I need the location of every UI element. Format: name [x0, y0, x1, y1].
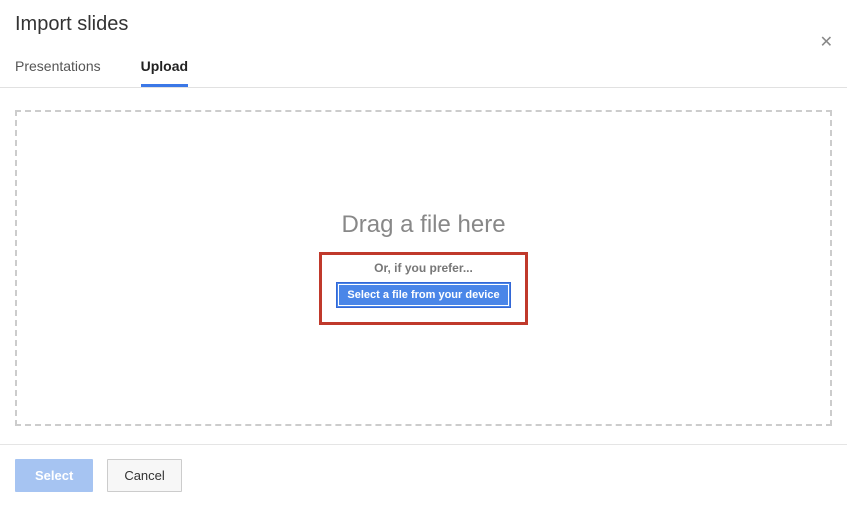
dialog-footer: Select Cancel [0, 445, 847, 506]
highlight-box: Or, if you prefer... Select a file from … [319, 252, 527, 325]
close-icon[interactable]: ✕ [820, 35, 833, 51]
main-content: Drag a file here Or, if you prefer... Se… [0, 88, 847, 444]
dialog-title: Import slides [15, 13, 832, 36]
select-button[interactable]: Select [15, 459, 93, 492]
tab-bar: Presentations Upload [0, 36, 847, 87]
tab-presentations[interactable]: Presentations [15, 58, 101, 87]
drag-file-label: Drag a file here [341, 211, 505, 239]
select-file-from-device-button[interactable]: Select a file from your device [336, 282, 510, 308]
file-dropzone[interactable]: Drag a file here Or, if you prefer... Se… [15, 110, 832, 426]
prefer-label: Or, if you prefer... [374, 261, 473, 275]
cancel-button[interactable]: Cancel [107, 459, 181, 492]
dialog-header: Import slides ✕ [0, 0, 847, 36]
tab-upload[interactable]: Upload [141, 58, 188, 87]
